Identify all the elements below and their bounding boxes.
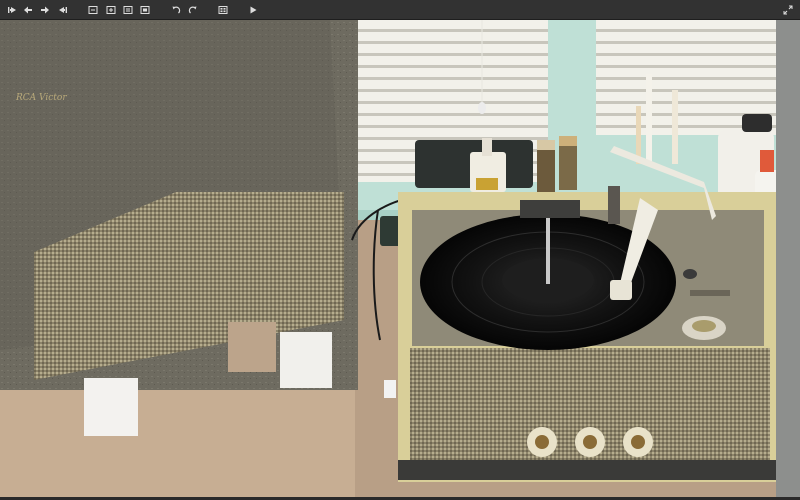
rotate-left-icon — [172, 6, 181, 14]
gallery-grid-icon — [218, 6, 228, 14]
skip-first-icon — [8, 7, 16, 13]
brand-label: RCA Victor — [15, 93, 67, 103]
zoom-grid-icon — [106, 6, 116, 14]
foam-block-left — [84, 378, 138, 436]
slideshow-button[interactable] — [245, 2, 261, 18]
actual-size-button[interactable] — [120, 2, 136, 18]
arrow-left-icon — [24, 6, 32, 14]
fit-window-icon — [88, 6, 98, 14]
image-viewer-window: RCA Victor — [0, 0, 800, 500]
gallery-button[interactable] — [215, 2, 231, 18]
toolbar — [0, 0, 800, 20]
play-icon — [250, 6, 257, 14]
rotate-left-button[interactable] — [168, 2, 184, 18]
fullscreen-button[interactable] — [780, 2, 796, 18]
rotate-right-icon — [188, 6, 197, 14]
arrow-right-icon — [41, 6, 49, 14]
zoom-fit-button[interactable] — [85, 2, 101, 18]
fit-width-button[interactable] — [137, 2, 153, 18]
fit-width-icon — [140, 6, 150, 14]
last-image-button[interactable] — [55, 2, 71, 18]
photo-record-player: RCA Victor — [0, 20, 800, 498]
foam-block-right — [280, 332, 332, 388]
skip-last-icon — [59, 7, 67, 13]
fullscreen-toggle-icon — [783, 5, 793, 15]
image-viewport[interactable]: RCA Victor — [0, 20, 800, 498]
rotate-right-button[interactable] — [185, 2, 201, 18]
previous-image-button[interactable] — [20, 2, 36, 18]
zoom-in-button[interactable] — [103, 2, 119, 18]
actual-size-icon — [123, 6, 133, 14]
next-image-button[interactable] — [37, 2, 53, 18]
first-image-button[interactable] — [4, 2, 20, 18]
